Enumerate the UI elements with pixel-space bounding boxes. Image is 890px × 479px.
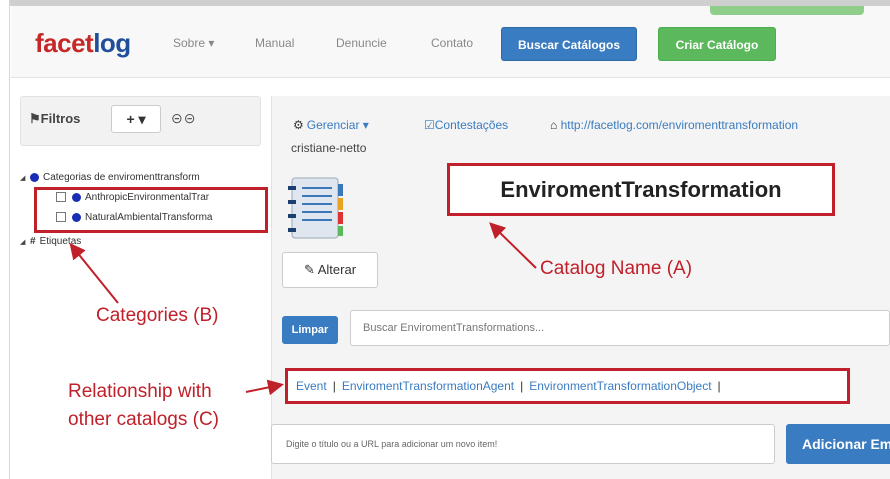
tag-icon: ⚑ [29,111,41,126]
tree-item-label: Etiquetas [39,236,82,247]
annotation-relationship-line2: other catalogs (C) [68,409,220,430]
separator: | [332,379,336,393]
related-catalog-link[interactable]: Event [296,379,327,393]
nav-link-manual[interactable]: Manual [255,36,294,50]
nav-link-denuncie[interactable]: Denuncie [336,36,387,50]
owner-username[interactable]: cristiane-netto [291,141,366,155]
gear-icon: ⚙ [293,118,304,132]
check-circle-icon: ☑ [424,118,435,132]
add-item-input[interactable]: Digite o título ou a URL para adicionar … [271,424,775,464]
window-left-border [0,0,10,479]
navbar: facetlog Sobre ▾ Manual Denuncie Contato… [11,6,890,78]
add-filter-button[interactable]: + ▾ [111,105,161,133]
filters-header[interactable]: ⚑Filtros [29,111,80,127]
separator: | [520,379,524,393]
separator: | [717,379,721,393]
catalog-name-title: EnviromentTransformation [447,163,835,216]
hash-icon: # [30,236,36,247]
contestations-link[interactable]: ☑Contestações [424,118,508,132]
add-item-button[interactable]: Adicionar Em [786,424,890,464]
logo-part-facet: facet [35,28,94,58]
tree-item-label: Categorias de enviromenttransform [43,172,200,183]
create-catalog-button[interactable]: Criar Catálogo [658,27,776,61]
catalog-url-link[interactable]: ⌂ http://facetlog.com/enviromenttransfor… [550,118,798,132]
related-catalog-link[interactable]: EnvironmentTransformationObject [529,379,711,393]
filters-label: Filtros [40,111,81,126]
edit-button-label: Alterar [317,262,357,277]
related-catalogs-bar: Event | EnviromentTransformationAgent | Envi… [285,368,850,404]
tree-item-labels-root[interactable]: ◢ # Etiquetas [20,234,81,250]
annotation-catalog-name: Catalog Name (A) [540,258,693,279]
collapse-triangle-icon[interactable]: ◢ [20,235,30,251]
nav-link-sobre[interactable]: Sobre ▾ [173,36,214,50]
pencil-icon: ✎ [303,262,315,277]
arrow-to-categories [69,242,119,304]
annotation-relationship-line1: Relationship with [68,381,212,402]
filters-panel: ⚑Filtros + ▾ ⊝⊝ [20,96,261,146]
category-dot-icon [30,172,39,182]
contestations-label: Contestações [434,118,509,132]
manage-menu[interactable]: ⚙ Gerenciar ▾ [293,118,369,132]
nav-link-contato[interactable]: Contato [431,36,473,50]
tree-item-categories-root[interactable]: ◢ Categorias de enviromenttransform [20,170,200,186]
catalog-url-label: http://facetlog.com/enviromenttransforma… [560,118,799,132]
annotation-categories: Categories (B) [96,305,219,326]
manage-label: Gerenciar ▾ [306,118,369,132]
partial-green-button[interactable] [710,6,864,15]
categories-highlight-box [34,187,268,233]
home-icon: ⌂ [550,118,558,132]
clear-button[interactable]: Limpar [282,316,338,344]
logo-part-log: log [93,28,131,58]
expand-collapse-icons[interactable]: ⊝⊝ [171,110,196,127]
search-catalogs-button[interactable]: Buscar Catálogos [501,27,637,61]
facetlog-logo[interactable]: facetlog [35,28,131,59]
edit-catalog-button[interactable]: ✎ Alterar [282,252,378,288]
collapse-triangle-icon[interactable]: ◢ [20,171,30,187]
catalog-search-input[interactable]: Buscar EnviromentTransformations... [350,310,890,346]
catalog-notebook-icon [288,177,343,239]
related-catalog-link[interactable]: EnviromentTransformationAgent [342,379,514,393]
